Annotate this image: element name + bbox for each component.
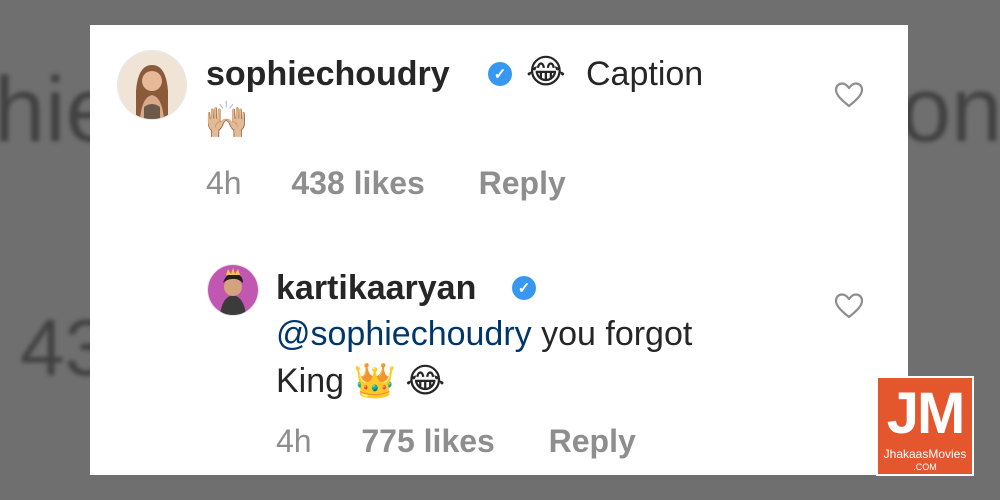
reply-text-king: King	[276, 362, 345, 400]
logo-tld: .COM	[913, 462, 937, 472]
raised-hands-emoji-icon: 🙌🏼	[204, 100, 249, 141]
reply-text-line1: @sophiechoudry you forgot	[276, 315, 692, 354]
logo-site-name: JhakaasMovies	[883, 447, 967, 461]
comment-reply-button[interactable]: Reply	[479, 165, 566, 201]
laugh-emoji-icon: 😂	[526, 52, 566, 92]
reply-text: you forgot	[531, 315, 693, 353]
background-text-right: on	[900, 59, 1000, 161]
comment-time: 4h	[206, 165, 242, 201]
verified-badge-icon: ✓	[488, 62, 512, 86]
reply-time: 4h	[276, 423, 312, 459]
reply-likes[interactable]: 775 likes	[361, 423, 494, 459]
comment-username[interactable]: sophiechoudry	[206, 55, 450, 94]
logo-monogram: JM	[886, 381, 966, 446]
verified-badge-icon: ✓	[512, 276, 536, 300]
reply-reply-button[interactable]: Reply	[549, 423, 636, 459]
kartikaaryan-avatar[interactable]	[208, 265, 258, 315]
sophiechoudry-avatar[interactable]	[118, 51, 186, 119]
heart-outline-icon[interactable]	[834, 292, 864, 320]
comment-text: Caption	[586, 55, 704, 93]
reply-username[interactable]: kartikaaryan	[276, 269, 476, 308]
comment-meta: 4h 438 likes Reply	[206, 165, 566, 202]
profile-photo-man-icon	[208, 265, 258, 315]
comment-likes[interactable]: 438 likes	[291, 165, 424, 201]
mention-link[interactable]: @sophiechoudry	[276, 315, 532, 353]
jhakaasmovies-logo: JM JhakaasMovies .COM	[876, 376, 974, 476]
comment-card: sophiechoudry ✓ 😂 Caption 🙌🏼 4h 438 like…	[90, 25, 908, 475]
heart-outline-icon[interactable]	[834, 81, 864, 109]
reply-meta: 4h 775 likes Reply	[276, 423, 636, 460]
reply-text-line2: King 👑 😂	[276, 361, 445, 401]
crown-emoji-icon: 👑	[353, 361, 396, 401]
laugh-emoji-icon: 😂	[405, 361, 446, 401]
profile-photo-woman-icon	[118, 51, 186, 119]
